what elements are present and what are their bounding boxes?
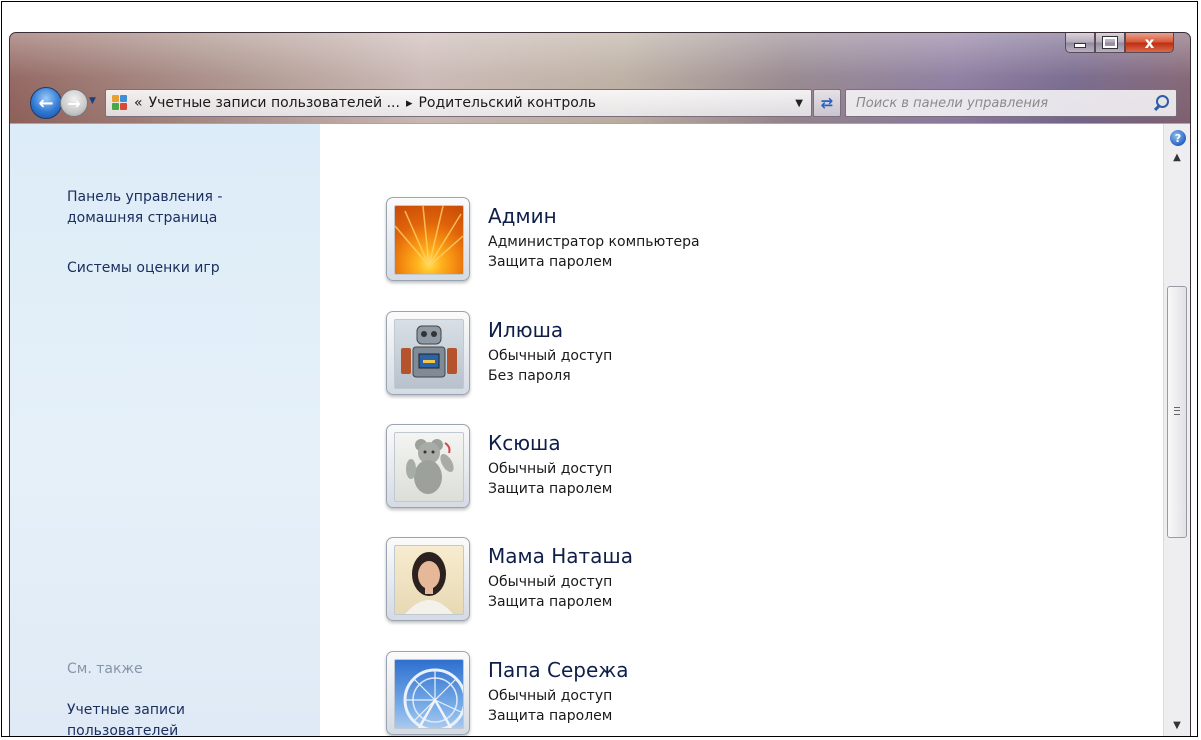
refresh-icon: ⇄ — [820, 94, 834, 112]
back-arrow-icon: ← — [38, 92, 54, 114]
user-role: Обычный доступ — [488, 348, 613, 364]
user-password-status: Защита паролем — [488, 708, 613, 724]
scroll-up-arrow-icon[interactable]: ▲ — [1164, 152, 1190, 163]
user-name[interactable]: Мама Наташа — [488, 544, 633, 568]
user-name[interactable]: Ксюша — [488, 431, 561, 455]
address-overflow-chevron[interactable]: « — [134, 95, 143, 111]
user-avatar[interactable] — [386, 424, 470, 508]
see-also-heading: См. также — [67, 661, 143, 677]
breadcrumb-user-accounts[interactable]: Учетные записи пользователей ... — [149, 95, 400, 111]
user-item-admin[interactable]: Админ Администратор компьютера Защита па… — [386, 197, 986, 289]
refresh-button[interactable]: ⇄ — [813, 89, 841, 117]
user-password-status: Защита паролем — [488, 594, 613, 610]
flower-avatar-icon — [394, 205, 464, 275]
user-avatar[interactable] — [386, 311, 470, 395]
control-panel-icon — [112, 95, 128, 111]
user-avatar[interactable] — [386, 651, 470, 735]
minimize-icon — [1074, 43, 1086, 48]
user-avatar[interactable] — [386, 197, 470, 281]
close-button[interactable]: x — [1125, 33, 1174, 53]
content-area: Панель управления - домашняя страница Си… — [10, 123, 1190, 736]
user-item-mama-natasha[interactable]: Мама Наташа Обычный доступ Защита пароле… — [386, 537, 986, 629]
user-item-ksyusha[interactable]: Ксюша Обычный доступ Защита паролем — [386, 424, 986, 516]
back-button[interactable]: ← — [30, 87, 62, 119]
maximize-button[interactable] — [1095, 33, 1125, 53]
scrollbar-grip-icon — [1174, 407, 1180, 415]
user-name[interactable]: Админ — [488, 204, 557, 228]
address-dropdown-icon[interactable]: ▼ — [795, 98, 803, 109]
sidebar-link-user-accounts[interactable]: Учетные записи пользователей — [67, 700, 207, 736]
navigation-bar: ← → ▼ « Учетные записи пользователей ...… — [10, 85, 1190, 119]
user-item-ilyusha[interactable]: Илюша Обычный доступ Без пароля — [386, 311, 986, 403]
user-item-papa-seryozha[interactable]: Папа Сережа Обычный доступ Защита пароле… — [386, 651, 986, 736]
user-role: Обычный доступ — [488, 688, 613, 704]
scrollbar-thumb[interactable] — [1167, 286, 1187, 538]
search-icon[interactable] — [1150, 92, 1172, 114]
teddy-bear-avatar-icon — [394, 432, 464, 502]
user-name[interactable]: Илюша — [488, 318, 563, 342]
breadcrumb-separator[interactable]: ▸ — [406, 96, 413, 111]
vertical-scrollbar[interactable]: ? ▲ ▼ — [1163, 124, 1190, 736]
user-avatar[interactable] — [386, 537, 470, 621]
sidebar: Панель управления - домашняя страница Си… — [10, 124, 320, 736]
breadcrumb-parental-controls[interactable]: Родительский контроль — [418, 95, 596, 111]
forward-arrow-icon: → — [67, 93, 81, 113]
help-icon[interactable]: ? — [1170, 130, 1186, 146]
screenshot-frame: x ← → ▼ « Учетные записи пользователей .… — [1, 1, 1198, 737]
window-controls: x — [1065, 33, 1174, 55]
address-bar[interactable]: « Учетные записи пользователей ... ▸ Род… — [105, 89, 812, 117]
maximize-icon — [1102, 36, 1118, 49]
user-role: Обычный доступ — [488, 574, 613, 590]
minimize-button[interactable] — [1065, 33, 1095, 53]
scroll-down-arrow-icon[interactable]: ▼ — [1164, 720, 1190, 731]
user-role: Администратор компьютера — [488, 234, 700, 250]
user-password-status: Без пароля — [488, 368, 571, 384]
search-input[interactable] — [846, 94, 1150, 112]
user-role: Обычный доступ — [488, 461, 613, 477]
recent-pages-dropdown-icon[interactable]: ▼ — [89, 96, 96, 106]
sidebar-link-control-panel-home[interactable]: Панель управления - домашняя страница — [67, 187, 267, 229]
close-icon: x — [1144, 33, 1155, 52]
user-password-status: Защита паролем — [488, 481, 613, 497]
photo-avatar-icon — [394, 545, 464, 615]
robot-avatar-icon — [394, 319, 464, 389]
search-box — [845, 89, 1177, 117]
forward-button[interactable]: → — [60, 89, 88, 117]
user-name[interactable]: Папа Сережа — [488, 658, 629, 682]
ferris-wheel-avatar-icon — [394, 659, 464, 729]
explorer-window: x ← → ▼ « Учетные записи пользователей .… — [9, 32, 1191, 736]
user-password-status: Защита паролем — [488, 254, 613, 270]
sidebar-link-game-ratings[interactable]: Системы оценки игр — [67, 258, 220, 279]
user-list: Админ Администратор компьютера Защита па… — [320, 124, 1162, 736]
